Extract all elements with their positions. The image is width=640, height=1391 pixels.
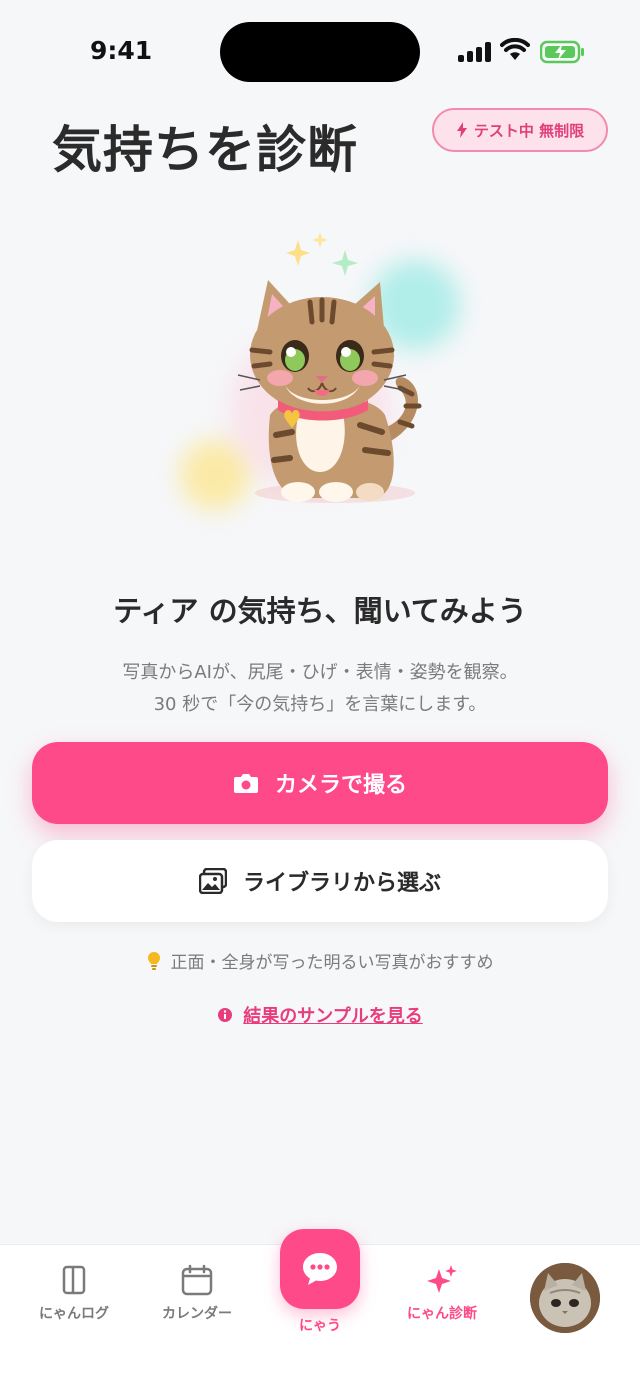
tab-label-calendar: カレンダー <box>162 1306 232 1322</box>
cat-image <box>237 232 422 503</box>
camera-icon <box>233 774 258 793</box>
tab-label-nyan-log: にゃんログ <box>39 1306 109 1322</box>
calendar-icon <box>181 1264 213 1296</box>
test-mode-badge[interactable]: テスト中 無制限 <box>432 108 608 152</box>
nyau-button[interactable] <box>280 1229 360 1309</box>
tab-label-nyau: にゃう <box>299 1318 341 1334</box>
chat-bubble-icon <box>303 1253 337 1285</box>
camera-button[interactable]: カメラで撮る <box>32 742 608 824</box>
status-bar: 9:41 <box>0 0 640 100</box>
sample-result-link[interactable]: 結果のサンプルを見る <box>0 1002 640 1028</box>
sample-link-text[interactable]: 結果のサンプルを見る <box>243 1002 422 1028</box>
cellular-signal-icon <box>458 42 492 62</box>
cat-avatar-image <box>530 1263 600 1333</box>
sparkles-icon <box>427 1265 457 1293</box>
tab-label-nyan-diagnosis: にゃん診断 <box>407 1306 477 1322</box>
lightning-icon <box>456 122 467 138</box>
photo-tip: 正面・全身が写った明るい写真がおすすめ <box>0 948 640 973</box>
profile-avatar[interactable] <box>530 1263 600 1333</box>
tab-calendar[interactable]: カレンダー <box>137 1263 257 1323</box>
battery-icon <box>540 40 584 64</box>
status-time: 9:41 <box>90 36 153 65</box>
library-button-label: ライブラリから選ぶ <box>242 871 441 896</box>
photo-library-icon <box>198 868 227 894</box>
tab-nyan-log[interactable]: にゃんログ <box>14 1263 134 1323</box>
page-title: 気持ちを診断 <box>52 121 358 179</box>
wifi-icon <box>500 38 530 60</box>
cat-illustration <box>160 210 480 530</box>
description-line-2: 30 秒で「今の気持ち」を言葉にします。 <box>153 694 487 715</box>
tab-bar: にゃんログ カレンダー にゃう にゃん診断 <box>0 1229 640 1391</box>
info-icon <box>218 1008 233 1022</box>
dynamic-island <box>220 22 420 82</box>
description-line-1: 写真からAIが、尻尾・ひげ・表情・姿勢を観察。 <box>122 662 518 683</box>
headline: ティア の気持ち、聞いてみよう <box>113 594 527 628</box>
tab-nyau[interactable]: にゃう <box>280 1229 360 1335</box>
tab-nyan-diagnosis[interactable]: にゃん診断 <box>382 1263 502 1323</box>
camera-button-label: カメラで撮る <box>274 773 407 798</box>
book-icon <box>62 1265 86 1295</box>
tip-text: 正面・全身が写った明るい写真がおすすめ <box>170 953 494 973</box>
test-badge-label: テスト中 無制限 <box>473 121 585 140</box>
lightbulb-icon <box>147 951 160 970</box>
library-button[interactable]: ライブラリから選ぶ <box>32 840 608 922</box>
